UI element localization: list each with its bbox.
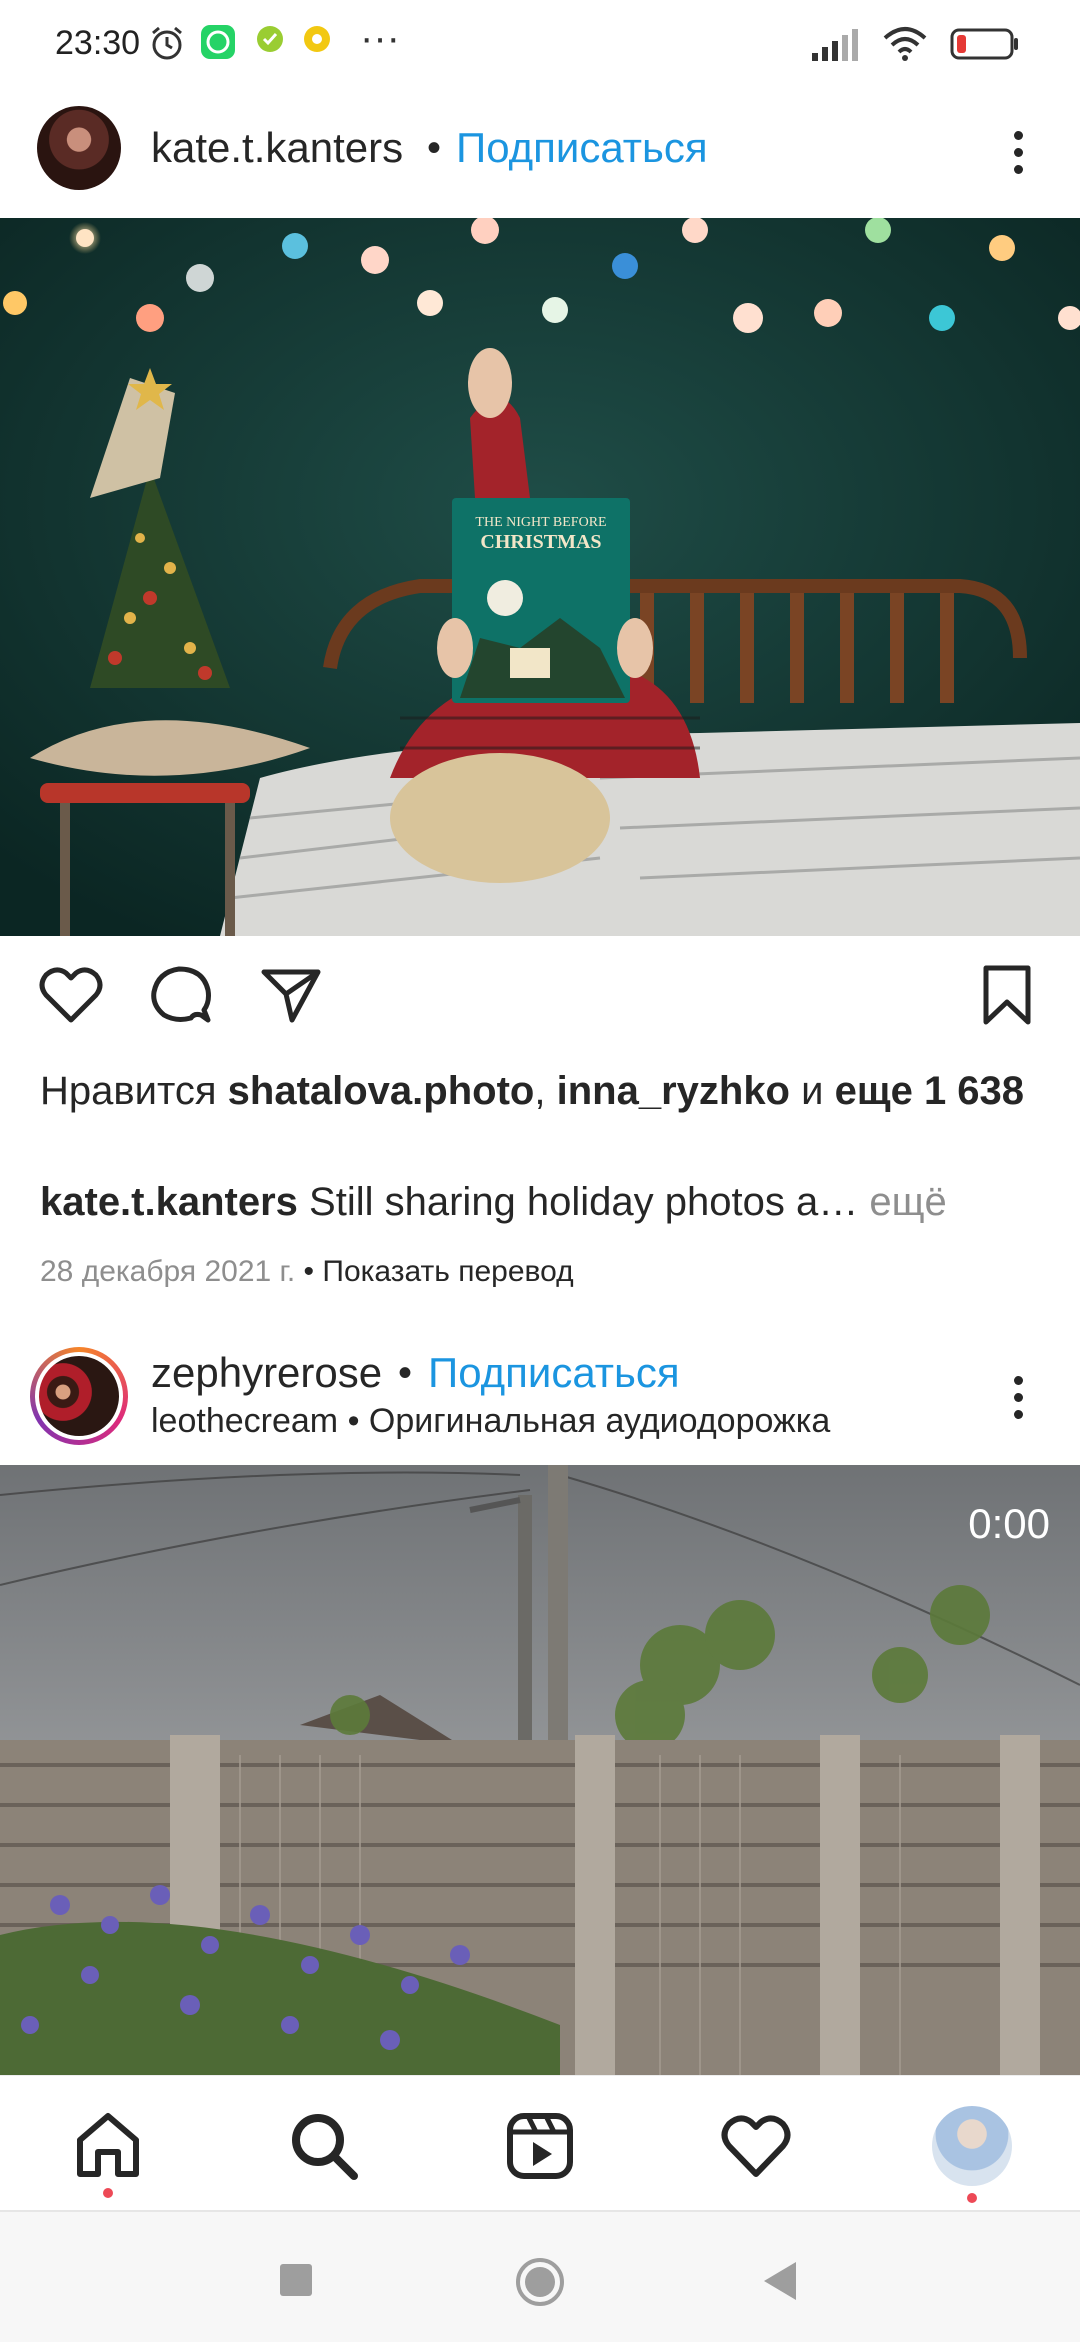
- recent-apps-icon[interactable]: [280, 2264, 312, 2296]
- more-options-icon[interactable]: [1008, 123, 1028, 183]
- like-icon[interactable]: [36, 960, 106, 1035]
- likes-and: и: [801, 1069, 824, 1113]
- post-header: kate.t.kanters • Подписаться: [0, 88, 1080, 208]
- post-video[interactable]: [0, 1465, 1080, 2075]
- caption-text: Still sharing holiday photos a…: [309, 1180, 859, 1224]
- follow-button[interactable]: Подписаться: [456, 124, 708, 172]
- wifi-icon: [882, 26, 928, 67]
- post-header: zephyrerose • Подписаться leothecream • …: [0, 1335, 1080, 1455]
- video-timer: 0:00: [968, 1500, 1050, 1547]
- audio-label: Оригинальная аудиодорожка: [368, 1402, 831, 1440]
- activity-heart-icon[interactable]: [716, 2106, 796, 2186]
- alarm-icon: [148, 24, 186, 67]
- whatsapp-icon: [200, 24, 236, 65]
- post-username[interactable]: zephyrerose: [151, 1349, 382, 1397]
- likes-count[interactable]: еще 1 638: [835, 1069, 1024, 1113]
- home-system-icon[interactable]: [515, 2257, 565, 2312]
- search-icon[interactable]: [284, 2106, 364, 2186]
- app-icon: [255, 24, 285, 59]
- caption-username[interactable]: kate.t.kanters: [40, 1180, 298, 1224]
- status-time: 23:30: [55, 24, 141, 62]
- post-date-line: 28 декабря 2021 г. • Показать перевод: [40, 1255, 574, 1289]
- system-navigation-bar: [0, 2210, 1080, 2342]
- audio-info[interactable]: leothecream • Оригинальная аудиодорожка: [151, 1402, 830, 1441]
- post-username[interactable]: kate.t.kanters: [151, 124, 403, 172]
- battery-icon: [950, 27, 1020, 66]
- share-icon[interactable]: [256, 960, 326, 1035]
- book-title: THE NIGHT BEFORE: [475, 515, 606, 530]
- avatar: [39, 1356, 119, 1436]
- likes-summary[interactable]: Нравится shatalova.photo, inna_ryzhko и …: [40, 1065, 1040, 1117]
- likes-prefix: Нравится: [40, 1069, 217, 1113]
- home-icon[interactable]: [68, 2106, 148, 2186]
- notification-dot: [967, 2193, 977, 2203]
- more-icon: ···: [360, 16, 400, 60]
- avatar[interactable]: [37, 106, 121, 190]
- audio-separator: •: [347, 1402, 360, 1440]
- liker-link[interactable]: inna_ryzhko: [557, 1069, 790, 1113]
- liker-link[interactable]: shatalova.photo: [228, 1069, 535, 1113]
- post-date: 28 декабря 2021 г.: [40, 1255, 296, 1288]
- follow-button[interactable]: Подписаться: [428, 1349, 680, 1397]
- post-image[interactable]: THE NIGHT BEFORE CHRISTMAS: [0, 218, 1080, 936]
- save-icon[interactable]: [972, 960, 1042, 1035]
- notification-dot: [103, 2188, 113, 2198]
- bottom-navigation: [0, 2075, 1080, 2211]
- avatar-story-ring[interactable]: [30, 1347, 128, 1445]
- post-caption: kate.t.kanters Still sharing holiday pho…: [40, 1180, 1040, 1225]
- book-title-2: CHRISTMAS: [480, 531, 601, 553]
- signal-icon: [810, 27, 860, 66]
- date-separator: •: [303, 1255, 315, 1288]
- caption-more-link[interactable]: ещё: [869, 1180, 946, 1224]
- profile-avatar[interactable]: [932, 2106, 1012, 2186]
- separator: •: [398, 1351, 413, 1395]
- show-translation-link[interactable]: Показать перевод: [322, 1255, 573, 1288]
- back-icon[interactable]: [760, 2260, 800, 2307]
- status-bar: 23:30 ···: [0, 0, 1080, 95]
- separator: •: [427, 126, 442, 170]
- post-actions: [0, 960, 1080, 1040]
- comment-icon[interactable]: [146, 960, 216, 1035]
- more-options-icon[interactable]: [1008, 1368, 1028, 1428]
- audio-user: leothecream: [151, 1402, 339, 1440]
- likes-comma: ,: [534, 1069, 546, 1113]
- app-icon: [302, 24, 332, 59]
- reels-icon[interactable]: [500, 2106, 580, 2186]
